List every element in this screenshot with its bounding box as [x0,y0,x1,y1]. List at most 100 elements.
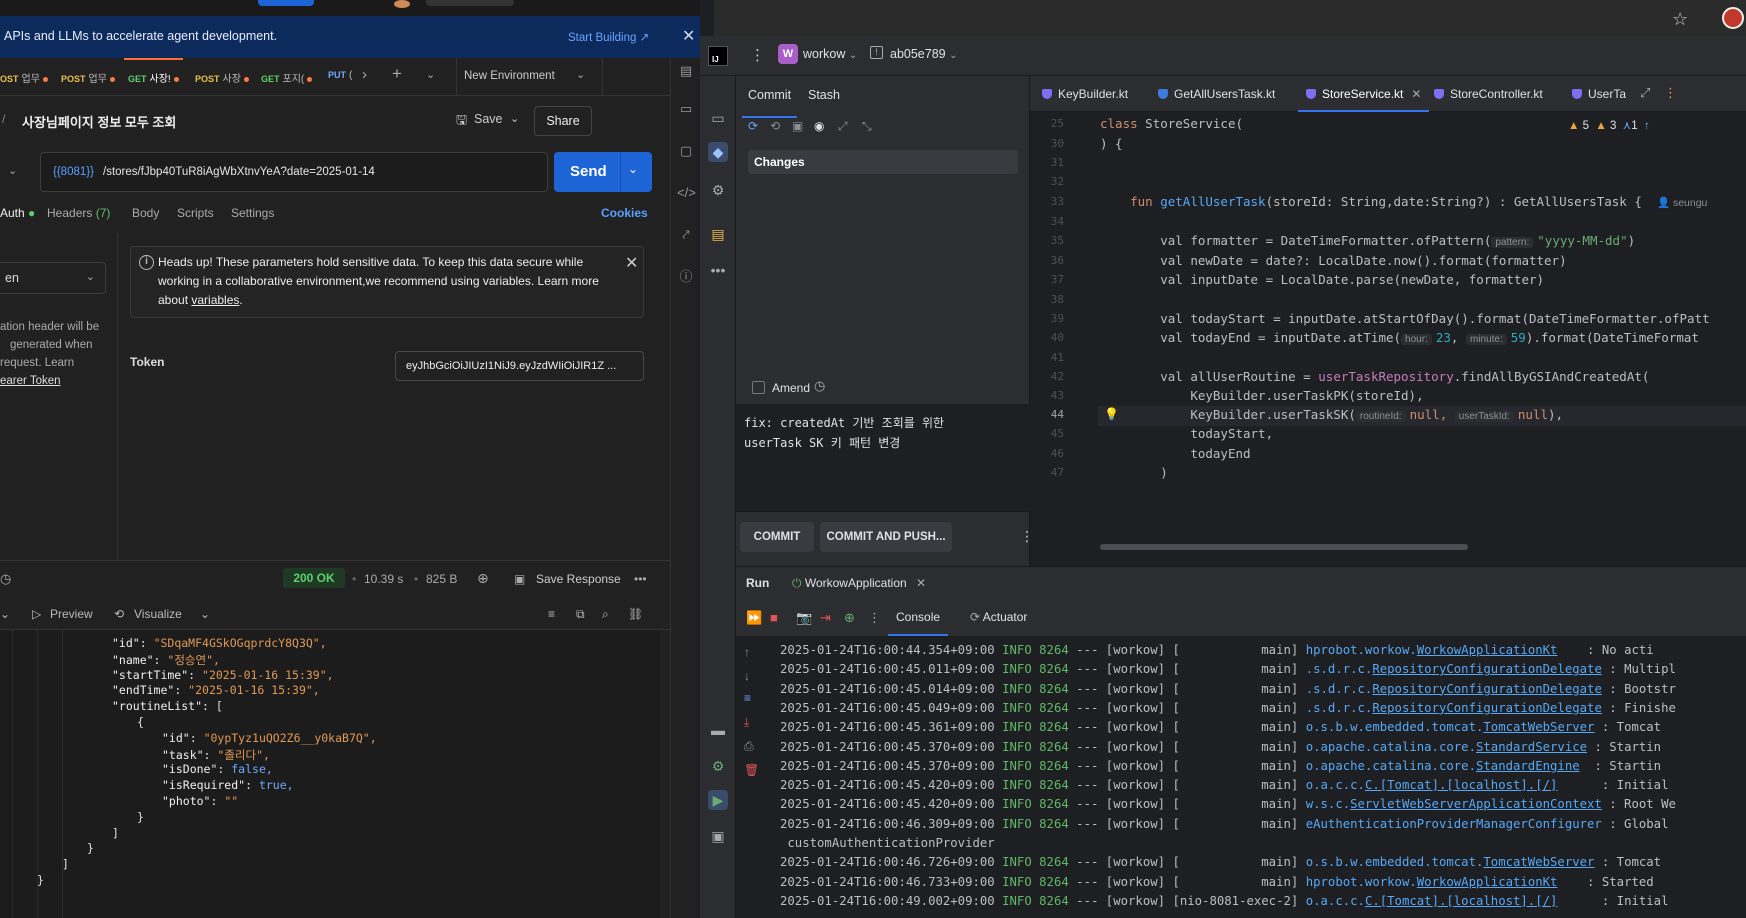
more-icon[interactable]: ••• [708,260,728,280]
chevron-down-icon[interactable]: ⌄ [426,68,435,81]
editor-tab-active[interactable]: StoreService.kt ✕ [1297,76,1430,112]
tab-console[interactable]: Console [887,610,949,636]
eye-icon[interactable]: ◉ [814,119,824,133]
close-icon[interactable]: ✕ [916,576,926,590]
inspection-widget[interactable]: ▲ 5 ▲ 3 ⋏1 ↑ [1568,118,1650,132]
close-icon[interactable]: ✕ [1411,87,1421,101]
log-class-link[interactable]: RepositoryConfigurationDelegate [1372,662,1602,676]
code-editor[interactable]: 25 30 31 32 33 34 35 36 37 38 39 40 41 42 43 44 45 46 47 💡… [1030,112,1746,566]
arrow-down-icon[interactable]: ↓ [744,669,750,683]
request-tab[interactable]: POST 사장 [195,70,249,85]
history-icon[interactable]: ◷ [0,571,11,587]
request-tab[interactable]: GET 포지( [261,70,313,85]
chevron-right-icon[interactable]: › [362,66,367,83]
status-badge[interactable]: 200 OK [283,568,345,588]
environment-select[interactable]: New Environment [464,70,555,82]
more-icon[interactable]: ⋮ [1664,85,1677,101]
commit-message-input[interactable]: fix: createdAt 기반 조회를 위한 userTask SK 키 패… [736,404,1030,512]
response-size[interactable]: 825 B [426,572,457,586]
copy-icon[interactable]: ⧉ [576,607,585,622]
rerun-icon[interactable]: ⏩ [746,610,762,626]
code-icon[interactable]: </> [677,184,696,202]
info-icon[interactable]: ⓘ [677,268,695,286]
request-tab-active[interactable]: GET 사장! [124,58,183,85]
bearer-token-link[interactable]: earer Token [0,372,110,390]
expand-icon[interactable]: ⤢ [838,119,848,134]
project-badge[interactable]: W [778,44,798,64]
environment-icon[interactable]: ▤ [677,62,695,80]
chevron-down-icon[interactable]: ⌄ [200,607,210,621]
run-icon[interactable]: ▶ [708,790,728,810]
chevron-down-icon[interactable]: ⌄ [628,162,638,176]
print-icon[interactable]: ⎙ [744,739,754,754]
tab-auth[interactable]: Auth ● [0,206,35,220]
build-icon[interactable]: ▬ [708,720,728,740]
token-input[interactable]: eyJhbGciOiJIUzI1NiJ9.eyJzdWIiOiJIR1Z ... [395,351,644,381]
star-icon[interactable]: ☆ [1672,9,1688,30]
chevron-down-icon[interactable]: ⌄ [0,607,10,621]
rollback-icon[interactable]: ⟲ [770,119,780,133]
tab-commit[interactable]: Commit [741,88,798,118]
horizontal-scrollbar[interactable] [1100,544,1468,550]
method-chevron-icon[interactable]: ⌄ [8,164,17,177]
trash-icon[interactable]: 🗑 [744,763,759,777]
arrow-up-icon[interactable]: ↑ [744,645,750,659]
maximize-icon[interactable]: ⤢ [1640,85,1650,101]
top-pill-blue[interactable] [258,0,314,6]
tab-body[interactable]: Body [132,206,159,220]
close-icon[interactable]: ✕ [625,253,638,273]
shelve-icon[interactable]: ▣ [792,119,803,133]
clock-icon[interactable]: ◷ [814,378,825,394]
log-class-link[interactable]: RepositoryConfigurationDelegate [1372,682,1602,696]
log-class-link[interactable]: WorkowApplicationKt [1417,643,1558,657]
send-button[interactable]: Send ⌄ [554,152,652,192]
editor-tab[interactable]: StoreController.kt [1434,76,1543,112]
tab-settings[interactable]: Settings [231,206,274,220]
top-pill-search[interactable] [426,0,514,6]
comment-icon[interactable]: ▢ [677,142,695,160]
save-button[interactable]: Save [474,112,503,126]
restart-icon[interactable]: ⊕ [844,610,855,626]
request-title[interactable]: 사장님페이지 정보 모두 조회 [22,112,176,131]
close-icon[interactable]: ✕ [682,26,695,46]
camera-icon[interactable]: 📷 [796,610,812,626]
variables-link[interactable]: variables [191,293,239,307]
terminal-icon[interactable]: ▣ [708,826,728,846]
tab-scripts[interactable]: Scripts [177,206,214,220]
avatar[interactable] [1722,7,1744,29]
commit-button[interactable]: COMMIT [740,522,814,552]
log-class-link[interactable]: RepositoryConfigurationDelegate [1372,701,1602,715]
run-config-tab[interactable]: ⏻ WorkowApplication ✕ [787,576,931,602]
response-body[interactable]: "id": "SDqaMF4GSkOGqprdcY8Q3Q", "name": "… [0,630,660,918]
auth-type-select[interactable]: en ⌄ [0,262,106,294]
log-class-link[interactable]: StandardEngine [1476,759,1580,773]
project-icon[interactable]: ▭ [708,108,728,128]
chevron-down-icon[interactable]: ⌄ [576,68,585,81]
log-class-link[interactable]: TomcatWebServer [1483,855,1594,869]
log-class-link[interactable]: C.[Tomcat].[localhost].[/] [1365,894,1558,908]
document-icon[interactable]: ▭ [677,100,695,118]
exit-icon[interactable]: ⇥ [820,610,831,626]
log-class-link[interactable]: StandardService [1476,740,1587,754]
scroll-end-icon[interactable]: ⤓ [744,715,749,730]
search-icon[interactable]: ⌕ [602,607,609,622]
log-class-link[interactable]: TomcatWebServer [1483,720,1594,734]
collapse-icon[interactable]: ⤡ [862,119,872,134]
request-tab[interactable]: OST 업무 [0,70,48,85]
refresh-icon[interactable]: ⟳ [748,119,758,133]
wrap-icon[interactable]: ≡ [548,607,555,621]
settings-icon[interactable]: ⚙ [708,756,728,776]
commit-icon[interactable]: ◆ [708,142,728,162]
log-class-link[interactable]: WorkowApplicationKt [1417,875,1558,889]
request-tab[interactable]: PUT( [328,70,352,81]
request-tab[interactable]: POST 업무 [61,70,115,85]
tab-actuator[interactable]: ⟳ Actuator [970,610,1027,624]
start-building-link[interactable]: Start Building ↗ [568,30,649,44]
plus-icon[interactable]: + [392,64,402,84]
log-class-link[interactable]: C.[Tomcat].[localhost].[/] [1365,778,1558,792]
more-icon[interactable]: ••• [634,572,647,586]
log-class-link[interactable]: ServletWebServerApplicationContext [1350,797,1602,811]
stop-icon[interactable]: ■ [770,610,778,625]
tab-headers[interactable]: Headers (7) [47,206,110,220]
arrow-up-icon[interactable]: ↑ [1644,120,1650,132]
